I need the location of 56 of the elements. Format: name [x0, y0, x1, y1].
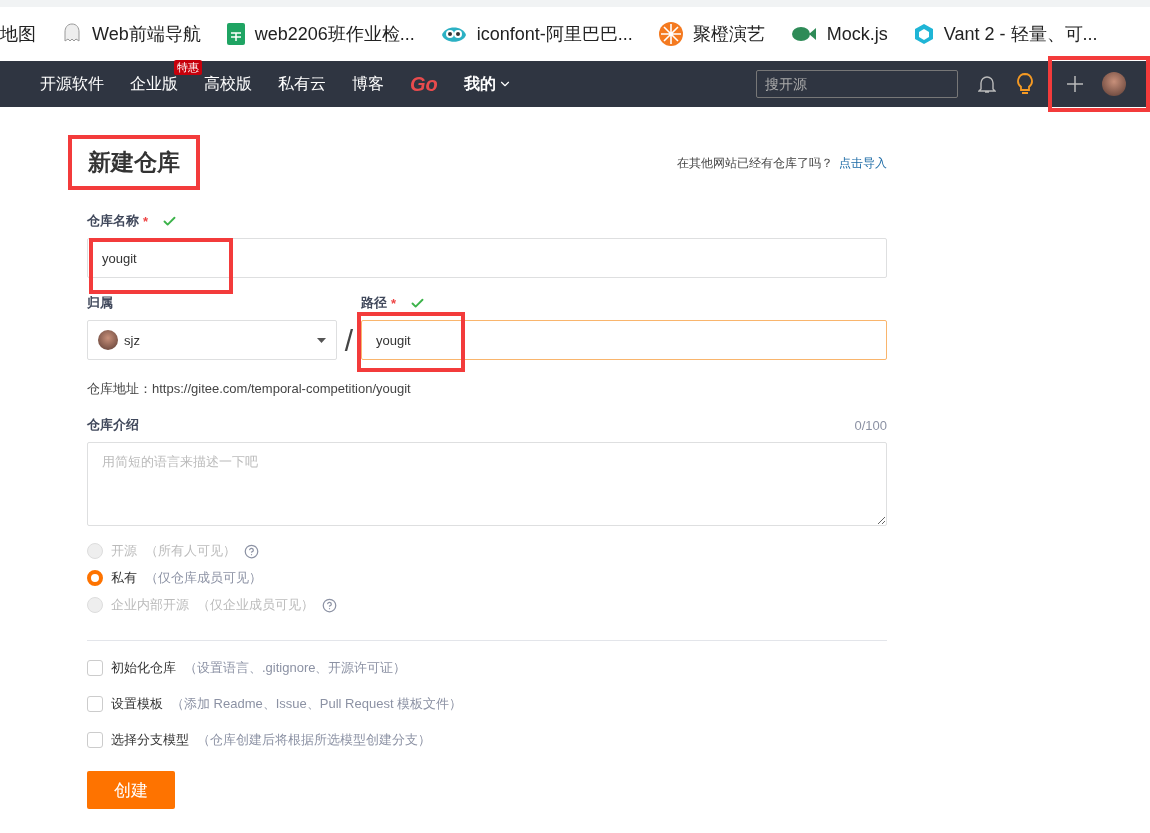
- radio-note: （仅仓库成员可见）: [145, 569, 262, 587]
- citrus-slice-icon: [658, 22, 683, 46]
- required-mark: *: [143, 213, 149, 229]
- checkbox[interactable]: [87, 696, 103, 712]
- required-mark: *: [391, 295, 397, 311]
- radio-note: （仅企业成员可见）: [197, 596, 314, 614]
- char-counter: 0/100: [854, 417, 887, 433]
- avatar-icon[interactable]: [1102, 72, 1126, 96]
- import-prompt: 在其他网站已经有仓库了吗？: [677, 156, 833, 170]
- field-label: 仓库介绍: [87, 416, 139, 434]
- bookmark-link[interactable]: 地图: [0, 22, 36, 46]
- checkbox-note: （添加 Readme、Issue、Pull Request 模板文件）: [171, 695, 463, 713]
- radio-button[interactable]: [87, 570, 103, 586]
- spreadsheet-icon: [226, 23, 245, 45]
- repo-address: 仓库地址：https://gitee.com/temporal-competition/yougit: [87, 380, 412, 398]
- checkbox-label: 选择分支模型: [111, 731, 189, 749]
- bookmark-link[interactable]: Mock.js: [826, 23, 888, 45]
- checkbox-note: （仓库创建后将根据所选模型创建分支）: [197, 731, 431, 749]
- field-label: 路径: [361, 294, 387, 312]
- fish-icon: [790, 24, 817, 44]
- field-label: 仓库名称: [87, 212, 139, 230]
- lightbulb-icon[interactable]: [1016, 73, 1034, 95]
- radio-label: 企业内部开源: [111, 596, 189, 614]
- checkbox[interactable]: [87, 732, 103, 748]
- search-field[interactable]: 搜开源: [756, 70, 958, 98]
- nav-link[interactable]: 开源软件: [40, 73, 104, 95]
- page-title: 新建仓库: [68, 135, 200, 190]
- name-field[interactable]: yougit: [87, 238, 887, 278]
- bookmark-link[interactable]: web2206班作业检...: [254, 22, 415, 46]
- radio-label: 私有: [111, 569, 137, 587]
- radio-note: （所有人可见）: [145, 542, 236, 560]
- bookmark-link[interactable]: Web前端导航: [92, 22, 201, 46]
- plus-icon[interactable]: [1066, 75, 1084, 93]
- nav-link[interactable]: 高校版: [204, 73, 252, 95]
- checkbox-note: （设置语言、.gitignore、开源许可证）: [184, 659, 407, 677]
- nav-dropdown[interactable]: 我的: [463, 73, 496, 95]
- cube-icon: [913, 23, 934, 45]
- bell-icon[interactable]: [978, 74, 996, 94]
- checkbox-label: 初始化仓库: [111, 659, 176, 677]
- radio-label: 开源: [111, 542, 137, 560]
- bookmark-link[interactable]: 聚橙演艺: [692, 22, 765, 46]
- caret-icon: [317, 337, 326, 343]
- nav-link[interactable]: 私有云: [278, 73, 326, 95]
- path-separator: /: [343, 324, 355, 358]
- owner-select[interactable]: sjz: [87, 320, 337, 360]
- checkbox[interactable]: [87, 660, 103, 676]
- avatar-icon: [98, 330, 118, 350]
- ghost-icon: [62, 23, 82, 45]
- bookmark-link[interactable]: Vant 2 - 轻量、可...: [943, 22, 1098, 46]
- checkbox-label: 设置模板: [111, 695, 163, 713]
- bookmark-link[interactable]: iconfont-阿里巴巴...: [476, 22, 633, 46]
- path-field[interactable]: yougit: [361, 320, 887, 360]
- nav-link[interactable]: 企业版: [130, 73, 178, 95]
- field-label: 归属: [87, 294, 113, 312]
- import-link[interactable]: 点击导入: [839, 156, 887, 170]
- nav-link[interactable]: 博客: [352, 73, 384, 95]
